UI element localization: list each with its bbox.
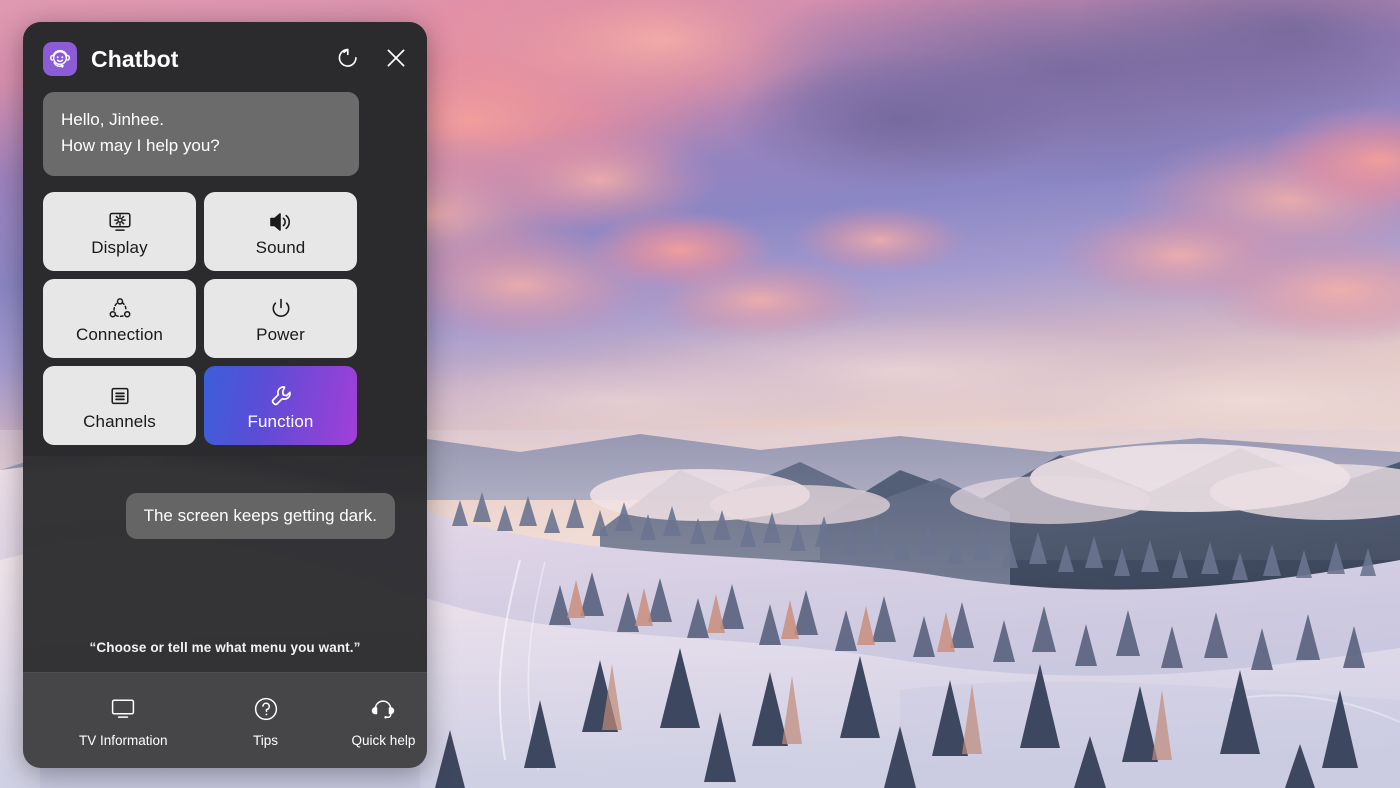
- chatbot-headset-smiley-icon: [43, 42, 77, 76]
- chatbot-panel: Chatbot Hello, Jinhee. How may I help yo…: [23, 22, 427, 768]
- share-network-icon: [107, 292, 133, 322]
- page-title: Chatbot: [91, 45, 179, 72]
- footer-item-label: TV Information: [79, 732, 168, 748]
- footer-item-quick-help[interactable]: Quick help: [351, 694, 416, 748]
- speaker-icon: [267, 205, 295, 235]
- header-actions: [333, 44, 411, 74]
- menu-tile-display[interactable]: Display: [43, 191, 196, 271]
- user-message-row: The screen keeps getting dark.: [23, 445, 427, 539]
- question-circle-icon: [252, 694, 280, 724]
- menu-tile-connection[interactable]: Connection: [43, 278, 196, 358]
- power-icon: [268, 292, 294, 322]
- menu-tile-label: Connection: [75, 324, 163, 344]
- voice-prompt-hint: “Choose or tell me what menu you want.”: [89, 640, 361, 655]
- bot-message-line-1: Hello, Jinhee.: [61, 110, 165, 129]
- footer-item-label: Tips: [253, 732, 279, 748]
- channel-list-icon: [107, 379, 133, 409]
- quick-menu-grid: Display Sound Connection Power Channels …: [43, 191, 407, 445]
- panel-header: Chatbot: [23, 22, 427, 92]
- menu-tile-label: Display: [91, 237, 148, 257]
- close-icon: [383, 45, 409, 74]
- menu-tile-label: Power: [256, 324, 305, 344]
- menu-tile-label: Channels: [83, 411, 156, 431]
- close-button[interactable]: [381, 44, 411, 74]
- footer-item-tv-information[interactable]: TV Information: [79, 694, 168, 748]
- display-brightness-icon: [107, 205, 133, 235]
- menu-tile-function[interactable]: Function: [204, 365, 357, 445]
- message-list: Hello, Jinhee. How may I help you?: [23, 92, 427, 176]
- user-message-bubble: The screen keeps getting dark.: [125, 492, 395, 539]
- refresh-icon: [335, 45, 361, 74]
- footer-item-label: Quick help: [351, 732, 416, 748]
- menu-tile-channels[interactable]: Channels: [43, 365, 196, 445]
- menu-tile-sound[interactable]: Sound: [204, 191, 357, 271]
- headset-icon: [369, 694, 397, 724]
- monitor-icon: [108, 694, 138, 724]
- bot-message-line-2: How may I help you?: [61, 135, 220, 155]
- panel-footer: TV Information Tips Quick help: [23, 672, 427, 768]
- menu-tile-label: Sound: [255, 237, 306, 257]
- wrench-icon: [268, 379, 294, 409]
- footer-item-tips[interactable]: Tips: [252, 694, 280, 748]
- bot-message-bubble: Hello, Jinhee. How may I help you?: [43, 92, 359, 176]
- menu-tile-power[interactable]: Power: [204, 278, 357, 358]
- refresh-button[interactable]: [333, 44, 363, 74]
- menu-tile-label: Function: [247, 411, 314, 431]
